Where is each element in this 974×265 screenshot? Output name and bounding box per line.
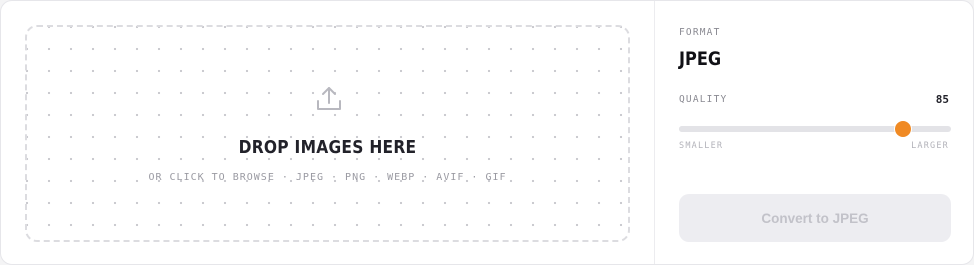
- quality-label: QUALITY: [679, 94, 728, 105]
- format-label: FORMAT: [679, 27, 721, 38]
- drop-zone-title: DROP IMAGES HERE: [238, 137, 417, 158]
- format-value[interactable]: JPEG: [679, 48, 721, 70]
- panel-divider: [654, 1, 655, 264]
- quality-value: 85: [935, 93, 949, 106]
- upload-icon: [317, 87, 341, 110]
- converter-card: DROP IMAGES HERE OR CLICK TO BROWSE · JP…: [0, 0, 974, 265]
- drop-zone-subtitle: OR CLICK TO BROWSE · JPEG · PNG · WEBP ·…: [148, 172, 507, 183]
- quality-min-label: SMALLER: [679, 141, 724, 151]
- quality-slider-thumb[interactable]: [895, 121, 912, 137]
- convert-button[interactable]: Convert to JPEG: [679, 194, 951, 242]
- quality-slider[interactable]: [679, 121, 951, 137]
- image-drop-zone[interactable]: DROP IMAGES HERE OR CLICK TO BROWSE · JP…: [25, 25, 630, 242]
- quality-slider-fill: [679, 126, 904, 132]
- quality-max-label: LARGER: [911, 141, 949, 151]
